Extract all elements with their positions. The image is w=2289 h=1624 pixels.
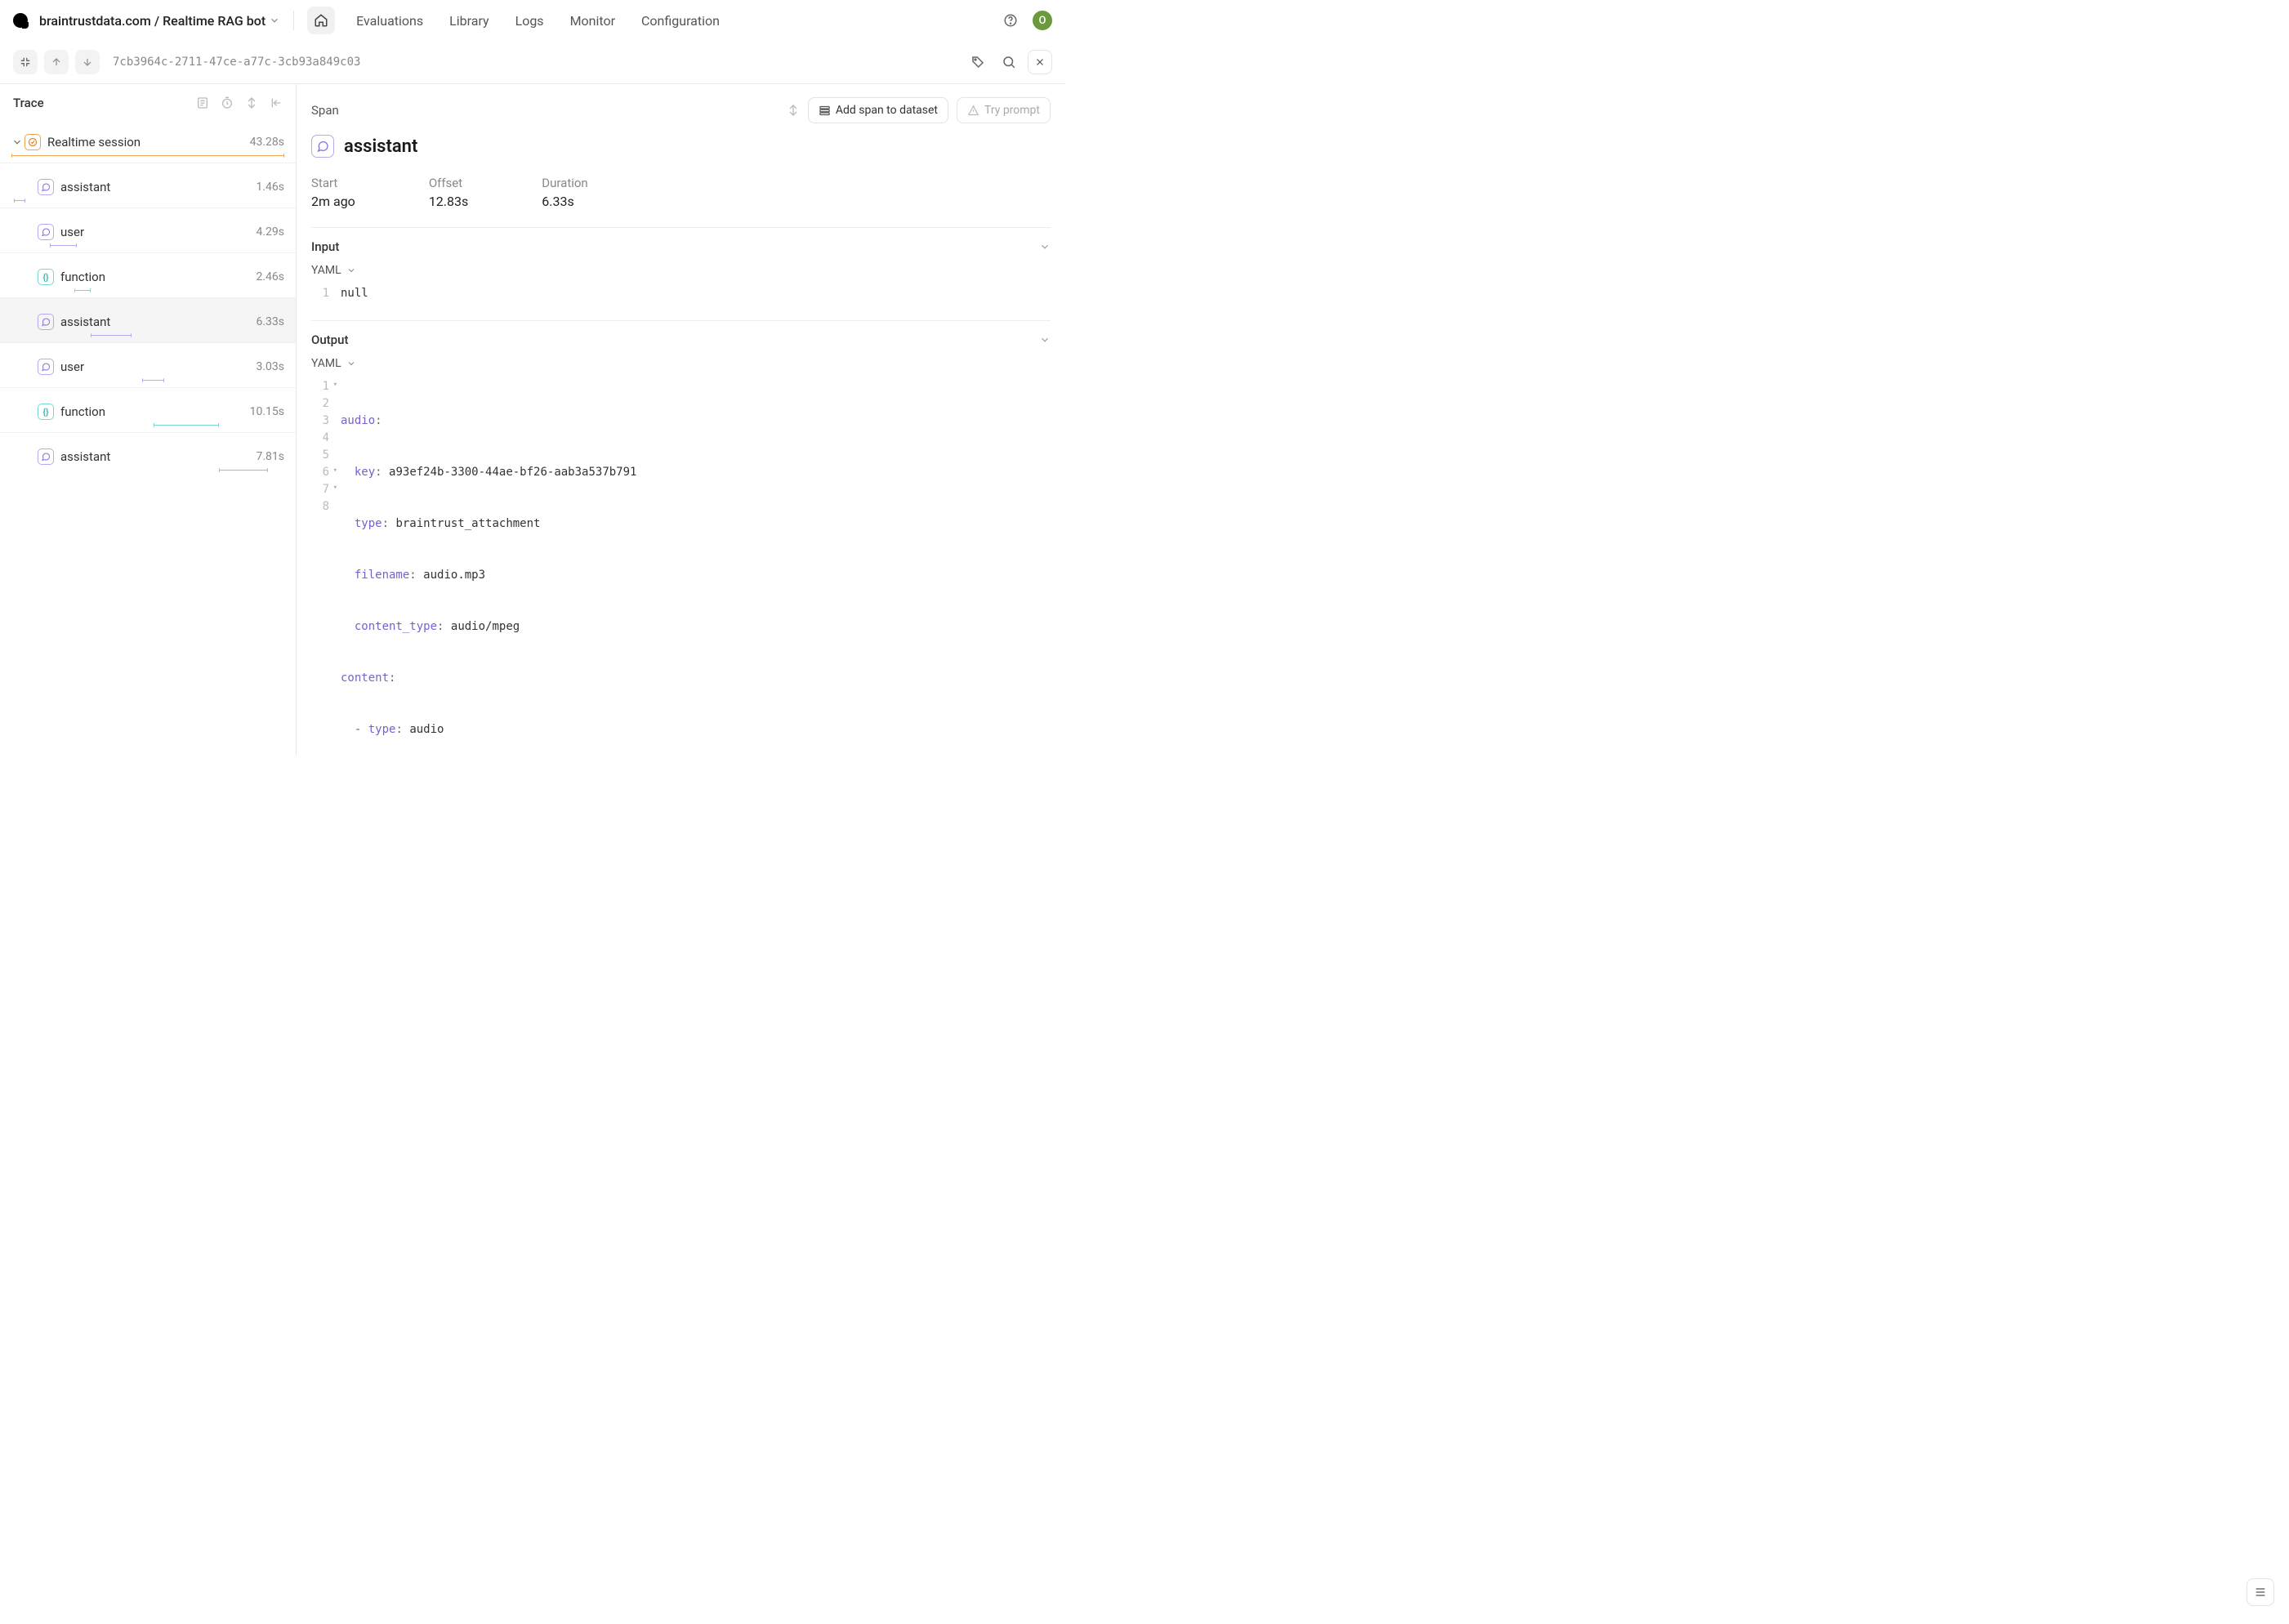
nav-evaluations[interactable]: Evaluations (345, 7, 435, 34)
input-heading[interactable]: Input (311, 239, 1051, 254)
nav-monitor[interactable]: Monitor (559, 7, 627, 34)
trace-row-label: assistant (60, 449, 256, 464)
sub-bar: 7cb3964c-2711-47ce-a77c-3cb93a849c03 (0, 41, 1065, 84)
chevron-down-icon (1039, 334, 1051, 346)
trace-row-label: user (60, 359, 256, 374)
nav-library[interactable]: Library (438, 7, 500, 34)
trace-row[interactable]: user3.03s (0, 342, 296, 387)
trace-row[interactable]: {} function10.15s (0, 387, 296, 432)
offset-value: 12.83s (429, 194, 468, 209)
divider (293, 11, 294, 30)
span-title: assistant (344, 136, 417, 157)
trace-row-duration: 43.28s (250, 136, 284, 149)
output-code: 1 2 3 4 5 6 7 8 audio: key: a93ef24b-330… (311, 378, 1051, 756)
function-icon: {} (38, 404, 54, 420)
trace-row[interactable]: assistant6.33s (0, 297, 296, 342)
prev-button[interactable] (44, 50, 69, 74)
chat-icon (38, 448, 54, 465)
duration-label: Duration (542, 176, 587, 190)
timer-icon[interactable] (221, 96, 234, 109)
session-icon (25, 134, 41, 150)
nav-tabs: Evaluations Library Logs Monitor Configu… (345, 7, 731, 34)
trace-row-label: function (60, 270, 256, 284)
trace-row-label: Realtime session (47, 135, 250, 149)
chat-icon (38, 314, 54, 330)
breadcrumb-org: braintrustdata.com (39, 13, 151, 29)
trace-heading: Trace (13, 96, 190, 110)
next-button[interactable] (75, 50, 100, 74)
top-nav: braintrustdata.com / Realtime RAG bot Ev… (0, 0, 1065, 41)
drag-handle-icon[interactable] (787, 104, 800, 117)
output-heading[interactable]: Output (311, 332, 1051, 347)
trace-tree: Realtime session 43.28s assistant1.46sus… (0, 118, 296, 477)
panel-menu-button[interactable] (2247, 1578, 2274, 1606)
try-prompt-label: Try prompt (984, 104, 1040, 117)
span-meta: Start 2m ago Offset 12.83s Duration 6.33… (311, 176, 1051, 209)
trace-row-label: function (60, 404, 250, 419)
home-button[interactable] (307, 7, 335, 34)
trace-row-label: assistant (60, 315, 256, 329)
tag-button[interactable] (966, 50, 990, 74)
chat-icon (38, 179, 54, 195)
span-label: Span (311, 103, 339, 118)
nav-configuration[interactable]: Configuration (630, 7, 731, 34)
logo-icon (13, 13, 28, 28)
input-code: 1 null (311, 285, 1051, 302)
start-value: 2m ago (311, 194, 355, 209)
trace-row[interactable]: assistant1.46s (0, 163, 296, 207)
input-format-select[interactable]: YAML (311, 264, 356, 277)
chat-icon (38, 224, 54, 240)
trace-row-duration: 4.29s (256, 225, 284, 239)
collapse-sidebar-icon[interactable] (270, 96, 283, 109)
trace-row-duration: 1.46s (256, 181, 284, 194)
caret-down-icon[interactable] (11, 136, 25, 148)
expand-tree-icon[interactable] (245, 96, 258, 109)
trace-row-duration: 7.81s (256, 450, 284, 463)
breadcrumb[interactable]: braintrustdata.com / Realtime RAG bot (39, 13, 280, 29)
output-section: Output YAML 1 2 3 4 5 6 7 8 a (311, 320, 1051, 756)
avatar[interactable]: O (1033, 11, 1052, 30)
add-span-button[interactable]: Add span to dataset (808, 97, 948, 123)
trace-id: 7cb3964c-2711-47ce-a77c-3cb93a849c03 (113, 56, 360, 69)
input-section: Input YAML 1 null (311, 227, 1051, 302)
trace-row[interactable]: {} function2.46s (0, 252, 296, 297)
duration-value: 6.33s (542, 194, 587, 209)
breadcrumb-sep: / (154, 13, 159, 29)
start-label: Start (311, 176, 355, 190)
trace-row-label: assistant (60, 180, 256, 194)
detail-panel: Span Add span to dataset Try prompt assi… (297, 84, 1065, 756)
add-span-label: Add span to dataset (836, 104, 938, 117)
output-format-select[interactable]: YAML (311, 357, 356, 370)
chat-icon (38, 359, 54, 375)
trace-row-duration: 6.33s (256, 315, 284, 328)
help-button[interactable] (997, 7, 1024, 34)
search-button[interactable] (997, 50, 1021, 74)
close-button[interactable] (1028, 50, 1052, 74)
trace-row[interactable]: assistant7.81s (0, 432, 296, 477)
trace-row-root[interactable]: Realtime session 43.28s (0, 118, 296, 163)
try-prompt-button[interactable]: Try prompt (957, 97, 1051, 123)
breadcrumb-project: Realtime RAG bot (163, 13, 265, 29)
offset-label: Offset (429, 176, 468, 190)
trace-row-duration: 2.46s (256, 270, 284, 283)
function-icon: {} (38, 269, 54, 285)
chevron-down-icon (1039, 241, 1051, 252)
chat-icon (311, 135, 334, 158)
collapse-button[interactable] (13, 50, 38, 74)
trace-row-label: user (60, 225, 256, 239)
trace-row[interactable]: user4.29s (0, 207, 296, 252)
trace-panel: Trace Realtime session 43.28s (0, 84, 297, 756)
notes-icon[interactable] (196, 96, 209, 109)
trace-row-duration: 10.15s (250, 405, 284, 418)
main: Trace Realtime session 43.28s (0, 84, 1065, 756)
trace-row-duration: 3.03s (256, 360, 284, 373)
nav-logs[interactable]: Logs (504, 7, 556, 34)
chevron-down-icon[interactable] (269, 15, 280, 26)
avatar-initial: O (1039, 15, 1046, 27)
